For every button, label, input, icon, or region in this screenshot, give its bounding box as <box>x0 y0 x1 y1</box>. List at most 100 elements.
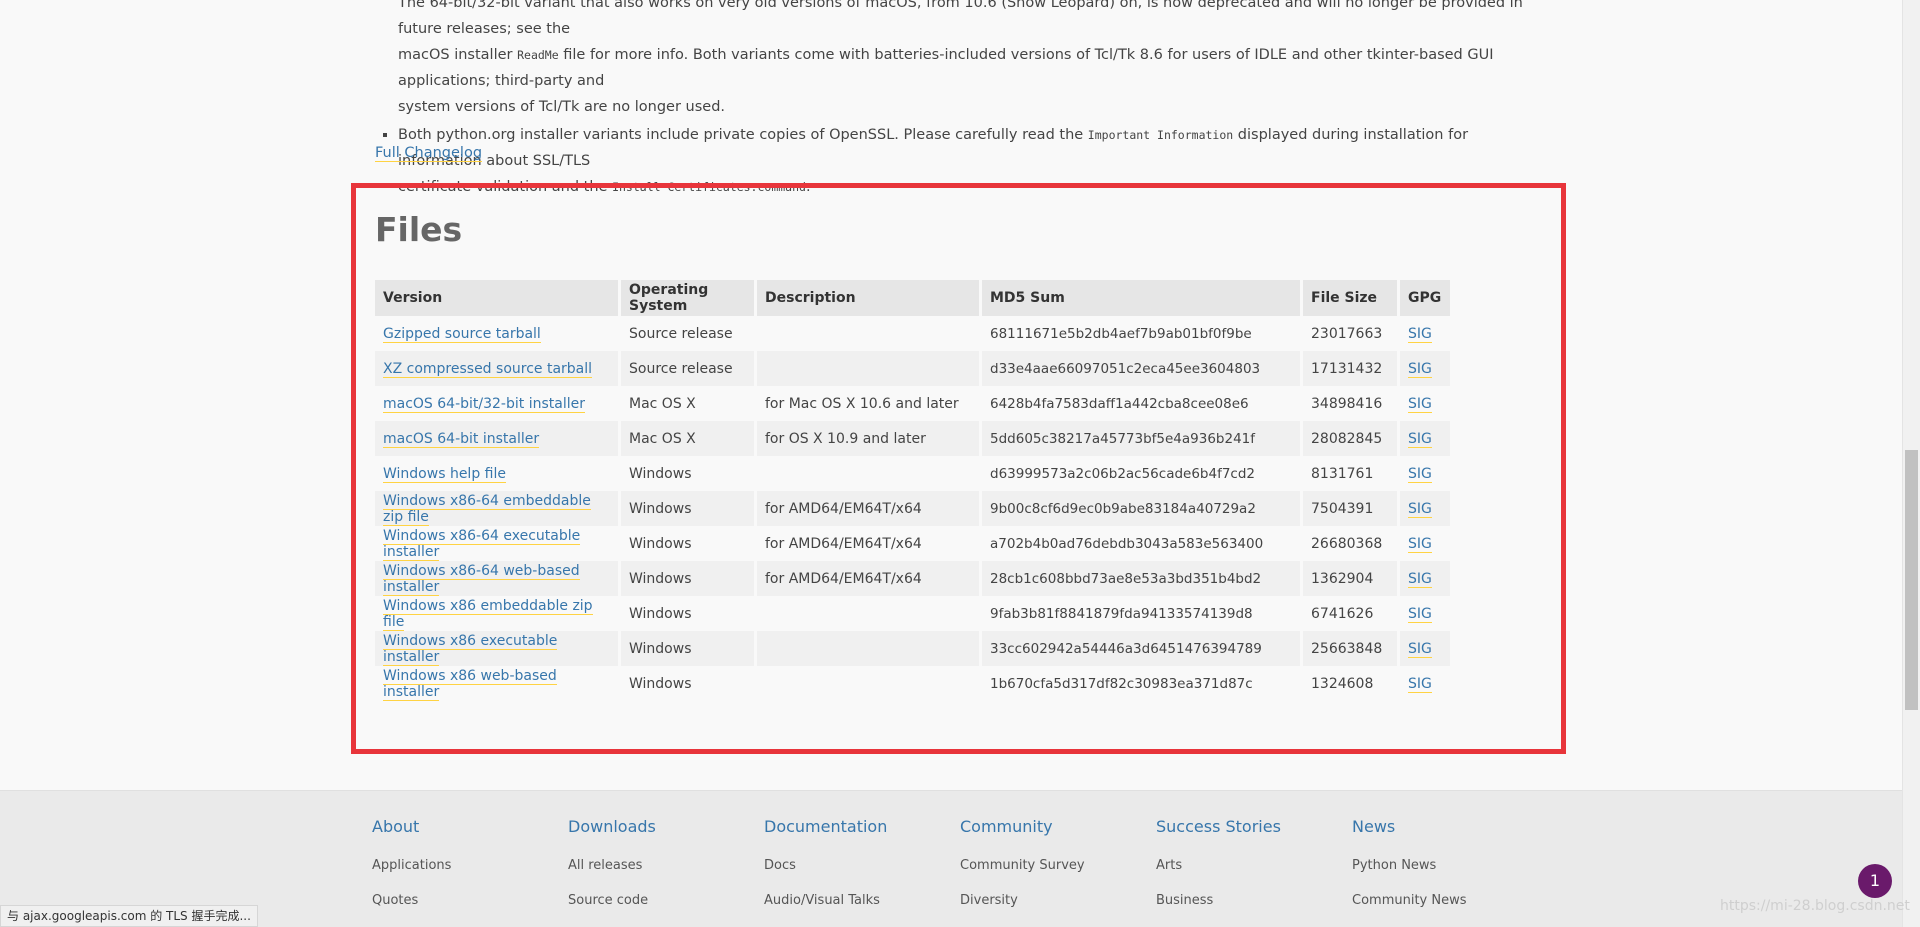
footer-column: About Applications Quotes <box>372 817 568 927</box>
col-header-file-size: File Size <box>1303 280 1397 316</box>
download-link[interactable]: macOS 64-bit/32-bit installer <box>383 395 585 413</box>
download-link[interactable]: Gzipped source tarball <box>383 325 541 343</box>
gpg-sig-link[interactable]: SIG <box>1408 430 1432 448</box>
footer-link[interactable]: All releases <box>568 857 764 892</box>
footer-column-title[interactable]: Community <box>960 817 1156 839</box>
page-scrollbar[interactable] <box>1902 0 1920 927</box>
table-row: Windows x86 web-based installer Windows 1b… <box>375 666 1450 701</box>
notification-badge[interactable]: 1 <box>1858 864 1892 898</box>
col-header-os: Operating System <box>621 280 754 316</box>
footer-link[interactable]: Quotes <box>372 892 568 927</box>
description-cell <box>757 596 979 631</box>
md5-cell: 9b00c8cf6d9ec0b9abe83184a40729a2 <box>982 491 1300 526</box>
table-row: XZ compressed source tarball Source relea… <box>375 351 1450 386</box>
footer-link[interactable]: Python News <box>1352 857 1548 892</box>
gpg-sig-link[interactable]: SIG <box>1408 395 1432 413</box>
footer-column-title[interactable]: About <box>372 817 568 839</box>
download-link[interactable]: Windows x86 executable installer <box>383 632 558 666</box>
col-header-description: Description <box>757 280 979 316</box>
description-cell: for Mac OS X 10.6 and later <box>757 386 979 421</box>
footer-column-title[interactable]: Downloads <box>568 817 764 839</box>
notes-line: Both python.org installer variants inclu… <box>398 127 1088 143</box>
download-link[interactable]: Windows help file <box>383 465 506 483</box>
footer-link[interactable]: Community News <box>1352 892 1548 927</box>
gpg-cell: SIG <box>1400 596 1450 631</box>
file-size-cell: 17131432 <box>1303 351 1397 386</box>
os-cell: Mac OS X <box>621 386 754 421</box>
md5-cell: d63999573a2c06b2ac56cade6b4f7cd2 <box>982 456 1300 491</box>
download-link[interactable]: Windows x86 web-based installer <box>383 667 557 701</box>
gpg-sig-link[interactable]: SIG <box>1408 500 1432 518</box>
os-cell: Source release <box>621 316 754 351</box>
os-cell: Windows <box>621 561 754 596</box>
footer-link[interactable]: Arts <box>1156 857 1352 892</box>
md5-cell: 6428b4fa7583daff1a442cba8cee08e6 <box>982 386 1300 421</box>
footer-link[interactable]: Diversity <box>960 892 1156 927</box>
gpg-sig-link[interactable]: SIG <box>1408 360 1432 378</box>
file-size-cell: 28082845 <box>1303 421 1397 456</box>
gpg-sig-link[interactable]: SIG <box>1408 465 1432 483</box>
md5-cell: d33e4aae66097051c2eca45ee3604803 <box>982 351 1300 386</box>
col-header-md5: MD5 Sum <box>982 280 1300 316</box>
footer-link[interactable]: Community Survey <box>960 857 1156 892</box>
os-cell: Source release <box>621 351 754 386</box>
scrollbar-thumb[interactable] <box>1905 450 1918 710</box>
col-header-version: Version <box>375 280 618 316</box>
version-cell: macOS 64-bit installer <box>375 421 618 456</box>
version-cell: Windows x86-64 web-based installer <box>375 561 618 596</box>
footer-column-title[interactable]: Documentation <box>764 817 960 839</box>
files-table-header-row: Version Operating System Description MD5… <box>375 280 1450 316</box>
footer-link[interactable]: Applications <box>372 857 568 892</box>
full-changelog-link[interactable]: Full Changelog <box>375 145 483 162</box>
footer-column-title[interactable]: Success Stories <box>1156 817 1352 839</box>
md5-cell: 9fab3b81f8841879fda94133574139d8 <box>982 596 1300 631</box>
file-size-cell: 26680368 <box>1303 526 1397 561</box>
gpg-sig-link[interactable]: SIG <box>1408 640 1432 658</box>
os-cell: Windows <box>621 456 754 491</box>
gpg-cell: SIG <box>1400 351 1450 386</box>
version-cell: Gzipped source tarball <box>375 316 618 351</box>
os-cell: Windows <box>621 666 754 701</box>
download-link[interactable]: XZ compressed source tarball <box>383 360 593 378</box>
footer-column-title[interactable]: News <box>1352 817 1548 839</box>
footer-link[interactable]: Source code <box>568 892 764 927</box>
file-size-cell: 1324608 <box>1303 666 1397 701</box>
description-cell: for OS X 10.9 and later <box>757 421 979 456</box>
version-cell: Windows x86 executable installer <box>375 631 618 666</box>
md5-cell: 28cb1c608bbd73ae8e53a3bd351b4bd2 <box>982 561 1300 596</box>
full-changelog-container: Full Changelog <box>375 145 483 162</box>
version-cell: Windows x86-64 executable installer <box>375 526 618 561</box>
table-row: Windows x86-64 embeddable zip file Window… <box>375 491 1450 526</box>
os-cell: Windows <box>621 596 754 631</box>
footer-link[interactable]: Audio/Visual Talks <box>764 892 960 927</box>
files-table-body: Gzipped source tarball Source release 6811… <box>375 316 1450 701</box>
download-link[interactable]: Windows x86 embeddable zip file <box>383 597 593 631</box>
notes-item: The 64-bit/32-bit variant that also work… <box>398 0 1535 120</box>
download-link[interactable]: macOS 64-bit installer <box>383 430 540 448</box>
footer-link[interactable]: Docs <box>764 857 960 892</box>
notes-list: The 64-bit/32-bit variant that also work… <box>375 0 1535 200</box>
download-link[interactable]: Windows x86-64 embeddable zip file <box>383 492 591 526</box>
important-info-code: Important Information <box>1087 128 1234 142</box>
files-heading: Files <box>375 210 463 249</box>
file-size-cell: 8131761 <box>1303 456 1397 491</box>
os-cell: Windows <box>621 526 754 561</box>
md5-cell: 33cc602942a54446a3d6451476394789 <box>982 631 1300 666</box>
browser-viewport: The 64-bit/32-bit variant that also work… <box>0 0 1920 927</box>
gpg-sig-link[interactable]: SIG <box>1408 535 1432 553</box>
download-link[interactable]: Windows x86-64 web-based installer <box>383 562 580 596</box>
description-cell <box>757 351 979 386</box>
gpg-sig-link[interactable]: SIG <box>1408 605 1432 623</box>
file-size-cell: 6741626 <box>1303 596 1397 631</box>
footer-column: News Python News Community News <box>1352 817 1548 927</box>
table-row: Gzipped source tarball Source release 6811… <box>375 316 1450 351</box>
gpg-sig-link[interactable]: SIG <box>1408 325 1432 343</box>
gpg-sig-link[interactable]: SIG <box>1408 675 1432 693</box>
notes-line: file for more info. Both variants come w… <box>398 47 1494 89</box>
description-cell: for AMD64/EM64T/x64 <box>757 526 979 561</box>
file-size-cell: 7504391 <box>1303 491 1397 526</box>
footer-column: Documentation Docs Audio/Visual Talks <box>764 817 960 927</box>
download-link[interactable]: Windows x86-64 executable installer <box>383 527 581 561</box>
gpg-sig-link[interactable]: SIG <box>1408 570 1432 588</box>
footer-link[interactable]: Business <box>1156 892 1352 927</box>
